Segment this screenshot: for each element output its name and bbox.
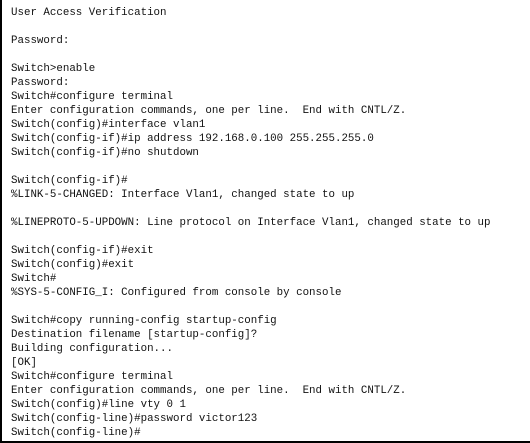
- terminal-line: Destination filename [startup-config]?: [11, 329, 258, 341]
- terminal-line: Switch(config)#exit: [11, 259, 135, 271]
- terminal-line: Switch#: [11, 273, 57, 285]
- terminal-line: Switch#configure terminal: [11, 91, 173, 103]
- terminal-line: Switch(config-if)#exit: [11, 245, 154, 257]
- terminal-line: %LINK-5-CHANGED: Interface Vlan1, change…: [11, 189, 355, 201]
- terminal-output: User Access Verification Password: Switch>…: [11, 6, 490, 440]
- terminal-line: Enter configuration commands, one per li…: [11, 385, 407, 397]
- terminal-line: Switch(config-line)#: [11, 427, 141, 439]
- terminal-line: Enter configuration commands, one per li…: [11, 105, 407, 117]
- terminal-line: User Access Verification: [11, 7, 167, 19]
- terminal-line: Switch(config-if)#: [11, 175, 128, 187]
- terminal-line: Switch>enable: [11, 63, 96, 75]
- terminal-line: %SYS-5-CONFIG_I: Configured from console…: [11, 287, 342, 299]
- terminal-line: [OK]: [11, 357, 37, 369]
- terminal-line: %LINEPROTO-5-UPDOWN: Line protocol on In…: [11, 217, 491, 229]
- terminal-console[interactable]: User Access Verification Password: Switch>…: [0, 0, 530, 443]
- terminal-line: Switch(config-line)#password victor123: [11, 413, 258, 425]
- terminal-line: Switch(config)#interface vlan1: [11, 119, 206, 131]
- terminal-line: Password:: [11, 77, 70, 89]
- terminal-line: Switch(config-if)#ip address 192.168.0.1…: [11, 133, 374, 145]
- terminal-line: Building configuration...: [11, 343, 173, 355]
- terminal-line: Switch(config-if)#no shutdown: [11, 147, 199, 159]
- terminal-line: Switch#copy running-config startup-confi…: [11, 315, 277, 327]
- terminal-line: Password:: [11, 35, 70, 47]
- terminal-line: Switch(config)#line vty 0 1: [11, 399, 186, 411]
- terminal-line: Switch#configure terminal: [11, 371, 173, 383]
